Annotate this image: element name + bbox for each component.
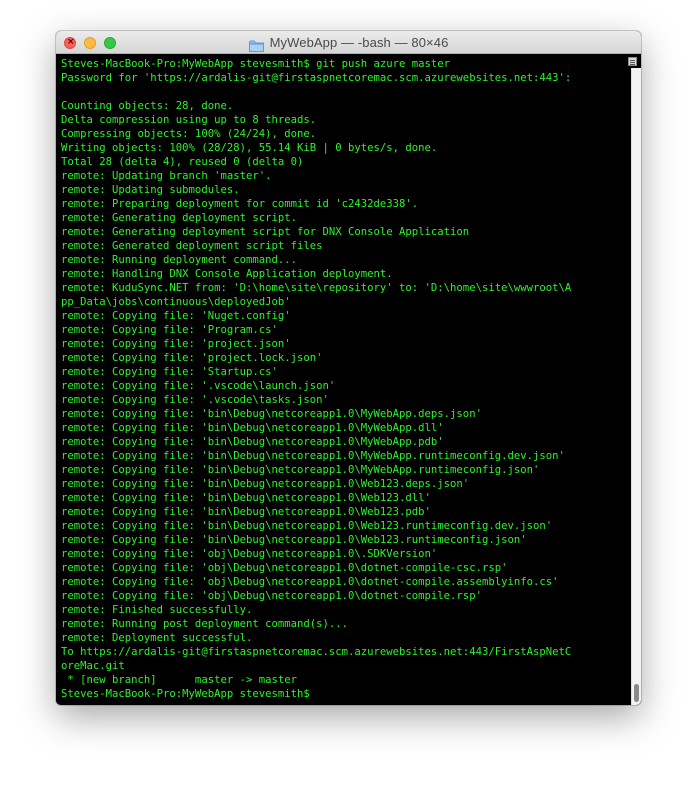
terminal-line: remote: Copying file: 'bin\Debug\netcore…	[61, 450, 565, 462]
terminal-line: remote: Copying file: 'obj\Debug\netcore…	[61, 576, 559, 588]
window-title: MyWebApp — -bash — 80×46	[269, 35, 449, 50]
terminal-line: remote: Copying file: 'bin\Debug\netcore…	[61, 492, 431, 504]
terminal-line: remote: Copying file: 'Nuget.config'	[61, 310, 291, 322]
terminal-output-area[interactable]: Steves-MacBook-Pro:MyWebApp stevesmith$ …	[56, 54, 641, 705]
terminal-line: remote: Finished successfully.	[61, 604, 253, 616]
terminal-window: × MyWebApp — -bash — 80×46 Steves-MacBoo…	[56, 31, 641, 705]
terminal-line: remote: Copying file: 'bin\Debug\netcore…	[61, 534, 527, 546]
terminal-line: Delta compression using up to 8 threads.	[61, 114, 317, 126]
vertical-scrollbar[interactable]	[631, 68, 641, 705]
scrollbar-thumb[interactable]	[634, 684, 639, 702]
title-bar[interactable]: × MyWebApp — -bash — 80×46	[56, 31, 641, 54]
split-pane-icon[interactable]	[628, 57, 637, 66]
terminal-line: * [new branch] master -> master	[61, 674, 297, 686]
terminal-line: remote: Copying file: 'obj\Debug\netcore…	[61, 562, 508, 574]
terminal-line: remote: Copying file: 'bin\Debug\netcore…	[61, 408, 482, 420]
terminal-line: remote: Running deployment command...	[61, 254, 297, 266]
terminal-line: remote: Copying file: 'project.json'	[61, 338, 291, 350]
terminal-line: remote: Handling DNX Console Application…	[61, 268, 393, 280]
terminal-line: remote: Copying file: 'Startup.cs'	[61, 366, 278, 378]
folder-icon	[248, 37, 264, 52]
terminal-line: remote: Copying file: 'bin\Debug\netcore…	[61, 436, 444, 448]
terminal-line: remote: Copying file: '.vscode\launch.js…	[61, 380, 336, 392]
terminal-line: remote: Generating deployment script.	[61, 212, 297, 224]
terminal-line: oreMac.git	[61, 660, 125, 672]
terminal-line: Steves-MacBook-Pro:MyWebApp stevesmith$	[61, 688, 317, 700]
terminal-line: remote: Updating submodules.	[61, 184, 240, 196]
terminal-line: remote: Updating branch 'master'.	[61, 170, 272, 182]
terminal-line: remote: Copying file: 'Program.cs'	[61, 324, 278, 336]
terminal-line: remote: Copying file: 'obj\Debug\netcore…	[61, 548, 438, 560]
terminal-line: remote: Copying file: 'bin\Debug\netcore…	[61, 464, 540, 476]
terminal-line: To https://ardalis-git@firstaspnetcorema…	[61, 646, 572, 658]
window-title-group: MyWebApp — -bash — 80×46	[56, 31, 641, 54]
terminal-line: remote: Copying file: 'project.lock.json…	[61, 352, 323, 364]
terminal-line: Total 28 (delta 4), reused 0 (delta 0)	[61, 156, 304, 168]
terminal-line: pp_Data\jobs\continuous\deployedJob'	[61, 296, 291, 308]
terminal-line: remote: Copying file: 'bin\Debug\netcore…	[61, 422, 444, 434]
terminal-text: Steves-MacBook-Pro:MyWebApp stevesmith$ …	[61, 57, 627, 701]
terminal-line: Counting objects: 28, done.	[61, 100, 234, 112]
terminal-line: remote: Copying file: 'bin\Debug\netcore…	[61, 506, 431, 518]
terminal-line: remote: Generated deployment script file…	[61, 240, 323, 252]
terminal-line: remote: Copying file: 'bin\Debug\netcore…	[61, 478, 470, 490]
terminal-line: Writing objects: 100% (28/28), 55.14 KiB…	[61, 142, 438, 154]
terminal-line: Password for 'https://ardalis-git@firsta…	[61, 72, 572, 84]
terminal-line: remote: Copying file: 'bin\Debug\netcore…	[61, 520, 553, 532]
terminal-line: Compressing objects: 100% (24/24), done.	[61, 128, 317, 140]
terminal-line: remote: Running post deployment command(…	[61, 618, 349, 630]
terminal-line: remote: Copying file: 'obj\Debug\netcore…	[61, 590, 482, 602]
terminal-line: remote: KuduSync.NET from: 'D:\home\site…	[61, 282, 572, 294]
terminal-line: Steves-MacBook-Pro:MyWebApp stevesmith$ …	[61, 58, 451, 70]
terminal-line: remote: Deployment successful.	[61, 632, 253, 644]
terminal-line: remote: Copying file: '.vscode\tasks.jso…	[61, 394, 329, 406]
terminal-line: remote: Preparing deployment for commit …	[61, 198, 419, 210]
terminal-line: remote: Generating deployment script for…	[61, 226, 470, 238]
